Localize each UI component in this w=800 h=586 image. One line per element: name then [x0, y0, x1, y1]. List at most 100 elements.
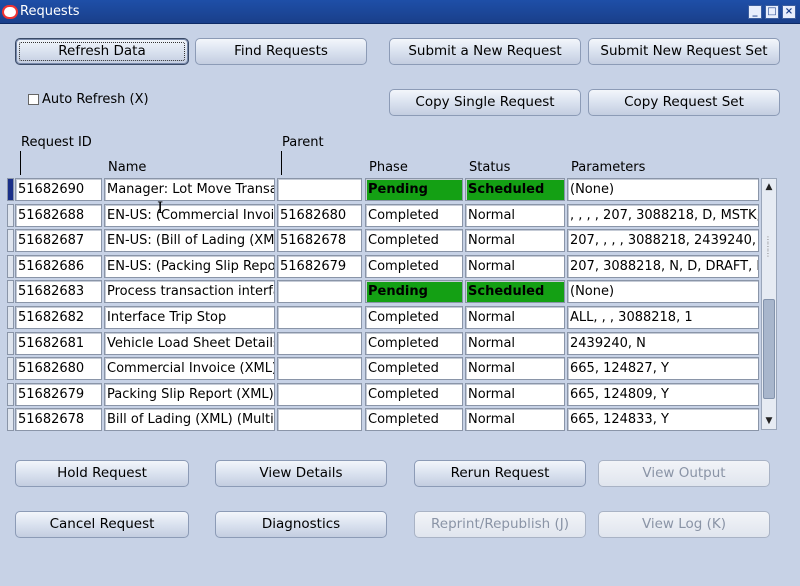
- cell-request-id[interactable]: 51682682: [15, 306, 102, 329]
- submit-new-request-button[interactable]: Submit a New Request: [389, 38, 581, 65]
- row-selector[interactable]: [7, 255, 14, 278]
- header-name: Name: [108, 160, 147, 175]
- title-bar[interactable]: Requests _ □ ×: [0, 0, 800, 24]
- cell-parameters[interactable]: (None): [567, 280, 759, 303]
- cell-request-id[interactable]: 51682679: [15, 383, 102, 406]
- cell-status[interactable]: Normal: [465, 229, 565, 252]
- cell-name[interactable]: Packing Slip Report (XML): [104, 383, 275, 406]
- cell-request-id[interactable]: 51682680: [15, 357, 102, 380]
- header-request-id: Request ID: [21, 135, 92, 150]
- cell-request-id[interactable]: 51682683: [15, 280, 102, 303]
- cell-status[interactable]: Scheduled: [465, 178, 565, 201]
- cell-parameters[interactable]: 2439240, N: [567, 332, 759, 355]
- oracle-app-icon: [2, 5, 18, 19]
- table-scrollbar[interactable]: ▲ ▼: [761, 178, 777, 430]
- cell-request-id[interactable]: 51682678: [15, 408, 102, 431]
- close-icon[interactable]: ×: [782, 5, 796, 19]
- cell-name[interactable]: Commercial Invoice (XML) (: [104, 357, 275, 380]
- cell-phase[interactable]: Completed: [365, 255, 463, 278]
- cell-parent[interactable]: 51682679: [277, 255, 362, 278]
- cell-status[interactable]: Normal: [465, 204, 565, 227]
- cell-status[interactable]: Normal: [465, 357, 565, 380]
- row-selector[interactable]: [7, 332, 14, 355]
- find-requests-button[interactable]: Find Requests: [195, 38, 367, 65]
- cell-parent[interactable]: [277, 178, 362, 201]
- cell-parent[interactable]: [277, 383, 362, 406]
- cell-status[interactable]: Normal: [465, 332, 565, 355]
- scroll-thumb[interactable]: [763, 299, 775, 399]
- row-selector[interactable]: [7, 229, 14, 252]
- row-selector[interactable]: [7, 306, 14, 329]
- cell-phase[interactable]: Completed: [365, 229, 463, 252]
- cell-request-id[interactable]: 51682686: [15, 255, 102, 278]
- cell-parent[interactable]: [277, 306, 362, 329]
- cell-parameters[interactable]: ALL, , , 3088218, 1: [567, 306, 759, 329]
- cell-phase[interactable]: Pending: [365, 280, 463, 303]
- cell-request-id[interactable]: 51682690: [15, 178, 102, 201]
- cell-parameters[interactable]: 665, 124827, Y: [567, 357, 759, 380]
- cell-parent[interactable]: [277, 408, 362, 431]
- cell-name[interactable]: EN-US: (Commercial Invoic: [104, 204, 275, 227]
- view-log-button[interactable]: View Log (K): [598, 511, 770, 538]
- cell-parameters[interactable]: 665, 124833, Y: [567, 408, 759, 431]
- cell-phase[interactable]: Completed: [365, 332, 463, 355]
- cell-name[interactable]: Process transaction interfa: [104, 280, 275, 303]
- row-selector[interactable]: [7, 357, 14, 380]
- cell-parent[interactable]: 51682678: [277, 229, 362, 252]
- cell-parent[interactable]: [277, 332, 362, 355]
- cell-phase[interactable]: Completed: [365, 408, 463, 431]
- requests-window: Requests _ □ × Refresh Data Find Request…: [0, 0, 800, 586]
- scroll-up-icon[interactable]: ▲: [762, 180, 776, 194]
- reprint-republish-button[interactable]: Reprint/Republish (J): [414, 511, 586, 538]
- cell-request-id[interactable]: 51682681: [15, 332, 102, 355]
- view-output-button[interactable]: View Output: [598, 460, 770, 487]
- cell-parameters[interactable]: 207, , , , 3088218, 2439240, ,: [567, 229, 759, 252]
- scroll-down-icon[interactable]: ▼: [762, 414, 776, 428]
- cell-phase[interactable]: Completed: [365, 204, 463, 227]
- row-selector[interactable]: [7, 280, 14, 303]
- refresh-data-button[interactable]: Refresh Data: [15, 38, 189, 65]
- cell-name[interactable]: Bill of Lading (XML) (Multipl: [104, 408, 275, 431]
- view-details-button[interactable]: View Details: [215, 460, 387, 487]
- cell-status[interactable]: Scheduled: [465, 280, 565, 303]
- cell-parent[interactable]: [277, 357, 362, 380]
- cell-parameters[interactable]: 665, 124809, Y: [567, 383, 759, 406]
- cell-parameters[interactable]: 207, 3088218, N, D, DRAFT, II: [567, 255, 759, 278]
- cell-phase[interactable]: Pending: [365, 178, 463, 201]
- cell-status[interactable]: Normal: [465, 255, 565, 278]
- row-selector[interactable]: [7, 408, 14, 431]
- submit-new-request-set-button[interactable]: Submit New Request Set: [588, 38, 780, 65]
- cell-parameters[interactable]: , , , , 207, 3088218, D, MSTK,: [567, 204, 759, 227]
- cell-phase[interactable]: Completed: [365, 383, 463, 406]
- cell-parent[interactable]: [277, 280, 362, 303]
- cell-name[interactable]: Manager: Lot Move Transac: [104, 178, 275, 201]
- minimize-icon[interactable]: _: [748, 5, 762, 19]
- row-selector[interactable]: [7, 178, 14, 201]
- window-title: Requests: [20, 4, 80, 19]
- cancel-request-button[interactable]: Cancel Request: [15, 511, 189, 538]
- cell-name[interactable]: EN-US: (Packing Slip Repo: [104, 255, 275, 278]
- cell-parameters[interactable]: (None): [567, 178, 759, 201]
- cell-request-id[interactable]: 51682688: [15, 204, 102, 227]
- row-selector[interactable]: [7, 204, 14, 227]
- cell-name[interactable]: Interface Trip Stop: [104, 306, 275, 329]
- rerun-request-button[interactable]: Rerun Request: [414, 460, 586, 487]
- row-selector[interactable]: [7, 383, 14, 406]
- cell-parent[interactable]: 51682680: [277, 204, 362, 227]
- copy-request-set-button[interactable]: Copy Request Set: [588, 89, 780, 116]
- copy-single-request-button[interactable]: Copy Single Request: [389, 89, 581, 116]
- auto-refresh-checkbox[interactable]: [28, 94, 39, 105]
- cell-status[interactable]: Normal: [465, 383, 565, 406]
- cell-phase[interactable]: Completed: [365, 357, 463, 380]
- header-divider: [281, 151, 282, 175]
- cell-name[interactable]: Vehicle Load Sheet Details: [104, 332, 275, 355]
- cell-status[interactable]: Normal: [465, 408, 565, 431]
- diagnostics-button[interactable]: Diagnostics: [215, 511, 387, 538]
- cell-request-id[interactable]: 51682687: [15, 229, 102, 252]
- header-parameters: Parameters: [571, 160, 646, 175]
- maximize-icon[interactable]: □: [765, 5, 779, 19]
- hold-request-button[interactable]: Hold Request: [15, 460, 189, 487]
- cell-phase[interactable]: Completed: [365, 306, 463, 329]
- cell-name[interactable]: EN-US: (Bill of Lading (XML: [104, 229, 275, 252]
- cell-status[interactable]: Normal: [465, 306, 565, 329]
